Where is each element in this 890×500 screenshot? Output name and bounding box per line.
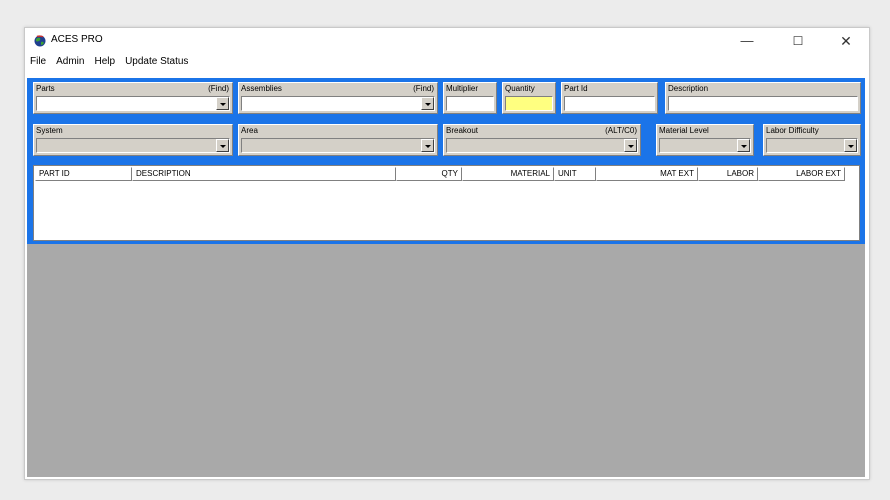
labor-difficulty-combo[interactable] [766, 138, 858, 153]
parts-label: Parts [36, 84, 55, 93]
chevron-down-icon[interactable] [624, 139, 637, 152]
area-field: Area [238, 124, 438, 156]
globe-icon [34, 35, 46, 47]
system-combo[interactable] [36, 138, 230, 153]
chevron-down-icon[interactable] [421, 97, 434, 110]
column-header-material[interactable]: MATERIAL [462, 167, 554, 181]
chevron-down-icon[interactable] [216, 97, 229, 110]
chevron-down-icon[interactable] [216, 139, 229, 152]
breakout-shortcut: (ALT/C0) [605, 126, 637, 135]
breakout-field: Breakout (ALT/C0) [443, 124, 641, 156]
column-header-part-id[interactable]: PART ID [35, 167, 132, 181]
menu-file[interactable]: File [29, 56, 47, 72]
area-combo[interactable] [241, 138, 435, 153]
quantity-field: Quantity [502, 82, 556, 114]
multiplier-input[interactable] [446, 96, 494, 111]
breakout-combo[interactable] [446, 138, 638, 153]
parts-find-link[interactable]: (Find) [208, 84, 229, 93]
title-bar[interactable]: ACES PRO — ☐ ✕ [25, 28, 869, 54]
part-id-field: Part Id [561, 82, 658, 114]
chevron-down-icon[interactable] [421, 139, 434, 152]
chevron-down-icon[interactable] [844, 139, 857, 152]
breakout-label: Breakout [446, 126, 479, 135]
quantity-label: Quantity [505, 84, 535, 93]
description-field: Description [665, 82, 861, 114]
column-header-description[interactable]: DESCRIPTION [132, 167, 396, 181]
description-label: Description [668, 84, 709, 93]
labor-difficulty-label: Labor Difficulty [766, 126, 819, 135]
area-label: Area [241, 126, 258, 135]
multiplier-field: Multiplier [443, 82, 497, 114]
labor-difficulty-field: Labor Difficulty [763, 124, 861, 156]
material-level-field: Material Level [656, 124, 754, 156]
column-header-labor[interactable]: LABOR [698, 167, 758, 181]
column-header-labor-ext[interactable]: LABOR EXT [758, 167, 845, 181]
parts-field: Parts (Find) [33, 82, 233, 114]
parts-combo[interactable] [36, 96, 230, 111]
parts-grid[interactable]: PART ID DESCRIPTION QTY MATERIAL UNIT MA… [33, 165, 860, 241]
system-field: System [33, 124, 233, 156]
material-level-combo[interactable] [659, 138, 751, 153]
system-label: System [36, 126, 63, 135]
quantity-input[interactable] [505, 96, 553, 111]
maximize-button[interactable]: ☐ [783, 31, 813, 51]
assemblies-label: Assemblies [241, 84, 282, 93]
multiplier-label: Multiplier [446, 84, 479, 93]
part-id-label: Part Id [564, 84, 588, 93]
chevron-down-icon[interactable] [737, 139, 750, 152]
column-header-qty[interactable]: QTY [396, 167, 462, 181]
window-title: ACES PRO [51, 34, 103, 45]
assemblies-combo[interactable] [241, 96, 435, 111]
column-header-unit[interactable]: UNIT [554, 167, 596, 181]
app-window: ACES PRO — ☐ ✕ File Admin Help Update St… [24, 27, 870, 480]
close-button[interactable]: ✕ [831, 31, 861, 51]
menu-update-status[interactable]: Update Status [124, 56, 189, 72]
menu-admin[interactable]: Admin [55, 56, 85, 72]
assemblies-find-link[interactable]: (Find) [413, 84, 434, 93]
menu-help[interactable]: Help [93, 56, 116, 72]
minimize-button[interactable]: — [732, 31, 762, 51]
workspace-area [27, 244, 865, 477]
part-id-input[interactable] [564, 96, 655, 111]
column-header-mat-ext[interactable]: MAT EXT [596, 167, 698, 181]
material-level-label: Material Level [659, 126, 709, 135]
menu-bar: File Admin Help Update Status [29, 56, 189, 72]
description-input[interactable] [668, 96, 858, 111]
assemblies-field: Assemblies (Find) [238, 82, 438, 114]
